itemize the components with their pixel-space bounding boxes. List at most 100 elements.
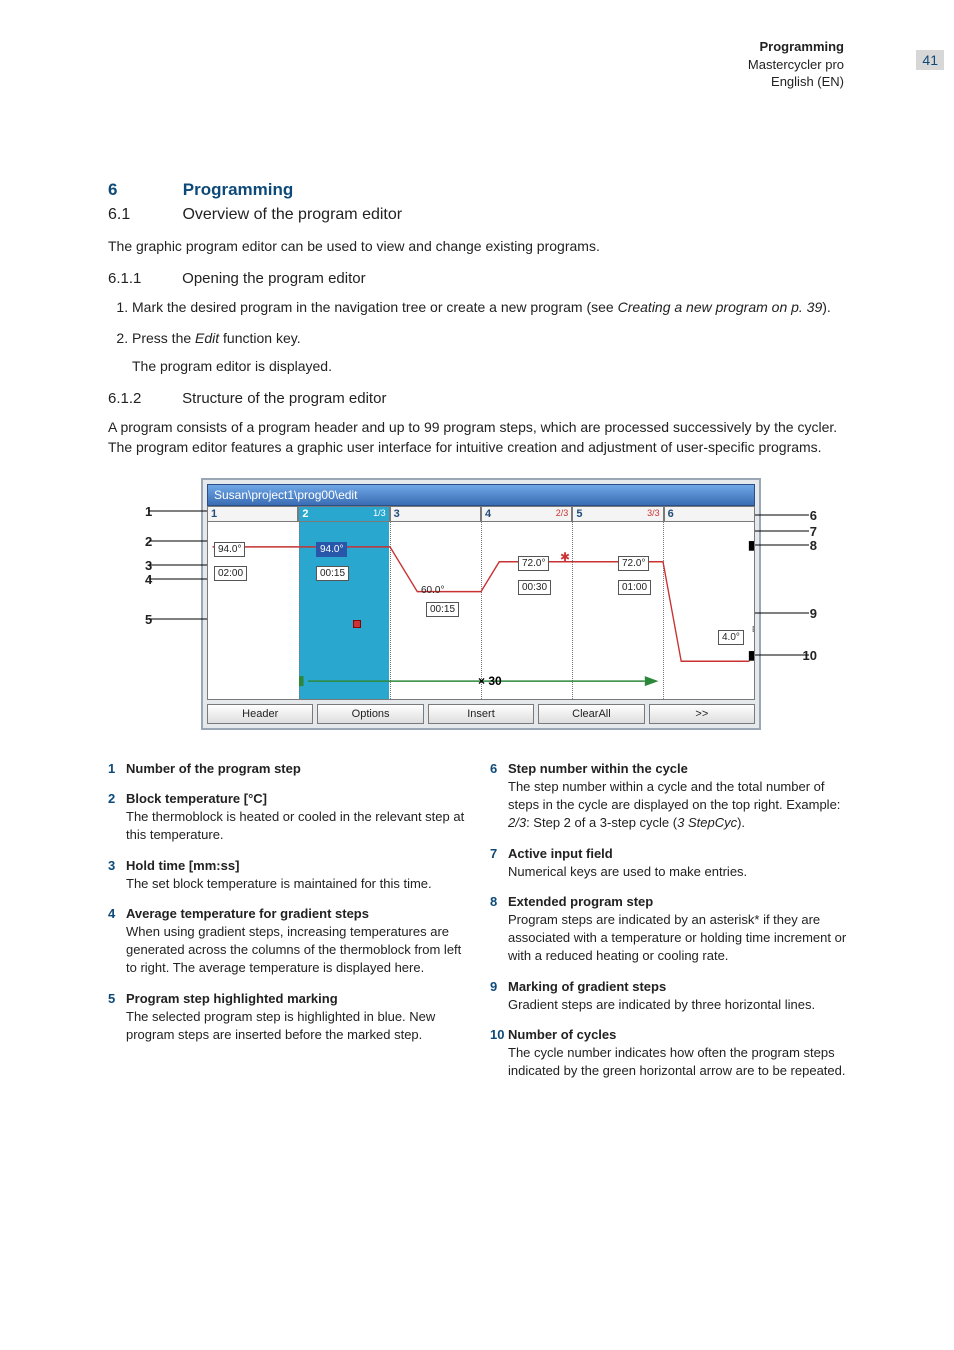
legend-6-desc: The step number within a cycle and the t…: [508, 778, 854, 833]
legend: 1Number of the program step 2Block tempe…: [108, 760, 854, 1093]
callout-6: 6: [810, 508, 817, 523]
editor-frame: Susan\project1\prog00\edit 1 21/3 3 42/3…: [201, 478, 761, 730]
step-2-pre: Press the: [132, 330, 195, 346]
step-4-frac: 2/3: [556, 508, 569, 518]
legend-5-desc: The selected program step is highlighted…: [126, 1008, 472, 1044]
legend-item-4: 4Average temperature for gradient steps …: [108, 905, 472, 978]
temp-4: 72.0°: [518, 556, 549, 571]
callout-4: 4: [145, 572, 152, 587]
hold-5: 01:00: [618, 580, 651, 595]
legend-right: 6Step number within the cycle The step n…: [490, 760, 854, 1093]
callout-5: 5: [145, 612, 152, 627]
more-button[interactable]: >>: [649, 704, 755, 724]
asterisk-icon: ✱: [560, 550, 570, 564]
step-4-num: 4: [485, 508, 491, 520]
legend-item-10: 10Number of cycles The cycle number indi…: [490, 1026, 854, 1081]
step-5-frac: 3/3: [647, 508, 660, 518]
step-1: Mark the desired program in the navigati…: [132, 297, 854, 317]
step-5-header: 5 3/3: [572, 506, 663, 522]
step-2-result: The program editor is displayed.: [132, 356, 854, 376]
clearall-button[interactable]: ClearAll: [538, 704, 644, 724]
hold-4: 00:30: [518, 580, 551, 595]
legend-6-b: : Step 2 of a 3-step cycle (: [526, 815, 677, 830]
options-button[interactable]: Options: [317, 704, 423, 724]
step-5-num: 5: [576, 508, 582, 520]
legend-4-title: Average temperature for gradient steps: [126, 906, 369, 921]
legend-item-1: 1Number of the program step: [108, 760, 472, 778]
legend-9-desc: Gradient steps are indicated by three ho…: [508, 996, 854, 1014]
temp-3: 60.0°: [418, 584, 447, 597]
legend-9-title: Marking of gradient steps: [508, 979, 666, 994]
step-2-header: 2 1/3: [298, 506, 389, 522]
legend-item-8: 8Extended program step Program steps are…: [490, 893, 854, 966]
legend-2-desc: The thermoblock is heated or cooled in t…: [126, 808, 472, 844]
hold-2: 00:15: [316, 566, 349, 581]
pause-marker-1: ▮▮: [748, 538, 755, 552]
header-section: Programming: [748, 38, 844, 56]
step-2-frac: 1/3: [373, 508, 386, 518]
callout-1: 1: [145, 504, 152, 519]
legend-item-2: 2Block temperature [°C] The thermoblock …: [108, 790, 472, 845]
legend-1-title: Number of the program step: [126, 761, 301, 776]
temp-curve-svg: [208, 522, 754, 699]
legend-10-title: Number of cycles: [508, 1027, 616, 1042]
heading-6-1-1-num: 6.1.1: [108, 270, 178, 287]
step-3-num: 3: [394, 508, 400, 520]
legend-6-c: ).: [737, 815, 745, 830]
step-1-ref: Creating a new program on p. 39: [618, 299, 823, 315]
callout-9: 9: [810, 606, 817, 621]
legend-8-desc: Program steps are indicated by an asteri…: [508, 911, 854, 966]
paragraph-6-1-2: A program consists of a program header a…: [108, 417, 854, 458]
legend-7-desc: Numerical keys are used to make entries.: [508, 863, 854, 881]
legend-item-9: 9Marking of gradient steps Gradient step…: [490, 978, 854, 1014]
step-1-header: 1: [207, 506, 298, 522]
legend-6-it2: 3 StepCyc: [677, 815, 737, 830]
legend-item-7: 7Active input field Numerical keys are u…: [490, 845, 854, 881]
editor-canvas: 94.0° 94.0° 60.0° 72.0° 72.0° 4.0° 02:00…: [207, 522, 755, 700]
legend-6-a: The step number within a cycle and the t…: [508, 779, 840, 812]
heading-6-1-1: 6.1.1 Opening the program editor: [108, 270, 854, 287]
callout-3: 3: [145, 558, 152, 573]
legend-4-desc: When using gradient steps, increasing te…: [126, 923, 472, 978]
temp-2-selected: 94.0°: [316, 542, 347, 557]
heading-6-1-2-text: Structure of the program editor: [182, 390, 386, 407]
callout-7: 7: [810, 524, 817, 539]
heading-6-num: 6: [108, 180, 178, 200]
procedure-list: Mark the desired program in the navigati…: [108, 297, 854, 376]
legend-left: 1Number of the program step 2Block tempe…: [108, 760, 472, 1093]
step-1-post: ).: [822, 299, 831, 315]
callout-8: 8: [810, 538, 817, 553]
step-3-header: 3: [390, 506, 481, 522]
legend-10-desc: The cycle number indicates how often the…: [508, 1044, 854, 1080]
step-2-num: 2: [302, 508, 308, 520]
gradient-marker: ≡: [752, 626, 755, 633]
step-header-row: 1 2 1/3 3 4 2/3 5 3/3 6: [207, 506, 755, 522]
temp-5: 72.0°: [618, 556, 649, 571]
step-6-header: 6: [664, 506, 755, 522]
page-number: 41: [916, 50, 944, 70]
header-lang: English (EN): [748, 73, 844, 91]
legend-item-3: 3Hold time [mm:ss] The set block tempera…: [108, 857, 472, 893]
insert-button[interactable]: Insert: [428, 704, 534, 724]
heading-6-1-1-text: Opening the program editor: [182, 270, 365, 287]
heading-6-1-2: 6.1.2 Structure of the program editor: [108, 390, 854, 407]
temp-6: 4.0°: [718, 630, 744, 645]
legend-5-title: Program step highlighted marking: [126, 991, 338, 1006]
editor-buttons: Header Options Insert ClearAll >>: [207, 704, 755, 724]
running-header: Programming Mastercycler pro English (EN…: [748, 38, 844, 91]
hold-3: 00:15: [426, 602, 459, 617]
hold-1: 02:00: [214, 566, 247, 581]
heading-6-1-text: Overview of the program editor: [182, 206, 402, 223]
legend-7-title: Active input field: [508, 846, 613, 861]
cycle-count: × 30: [478, 674, 502, 688]
step-1-num: 1: [211, 508, 217, 520]
legend-3-title: Hold time [mm:ss]: [126, 858, 239, 873]
legend-6-title: Step number within the cycle: [508, 761, 688, 776]
legend-item-6: 6Step number within the cycle The step n…: [490, 760, 854, 833]
header-button[interactable]: Header: [207, 704, 313, 724]
pause-marker-2: ▮▮: [748, 648, 755, 662]
temp-1: 94.0°: [214, 542, 245, 557]
step-4-header: 4 2/3: [481, 506, 572, 522]
step-2-post: function key.: [219, 330, 300, 346]
step-marker-icon: [353, 620, 361, 628]
